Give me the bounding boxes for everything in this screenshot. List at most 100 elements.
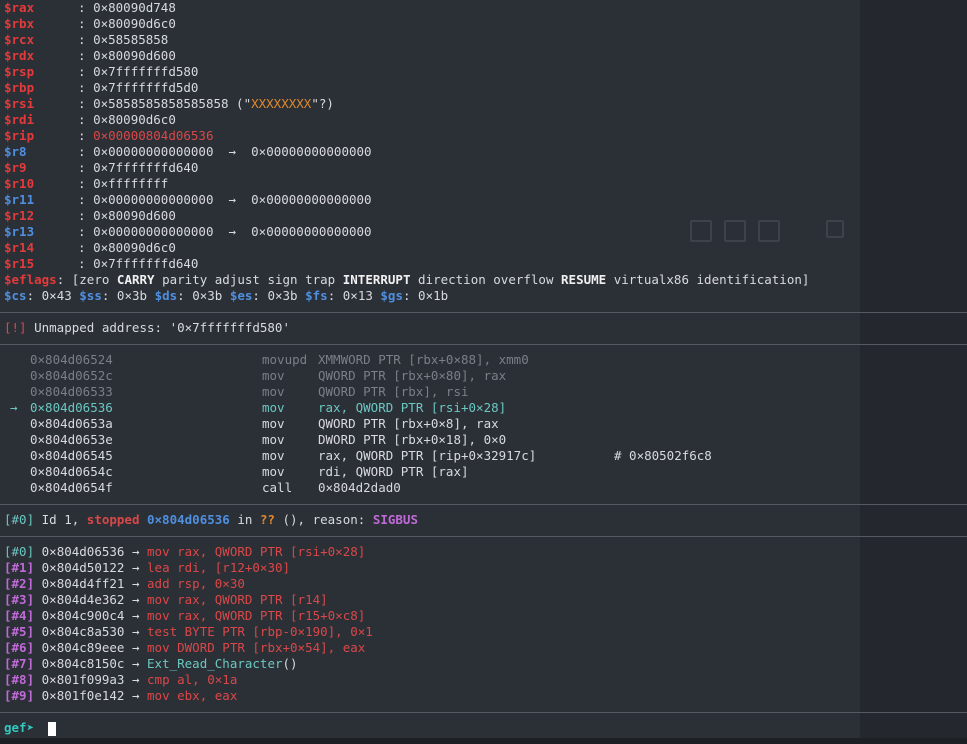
register-name: $r8 bbox=[4, 144, 27, 159]
register-value-group: : 0×00000804d06536 bbox=[78, 128, 214, 143]
frame-call-parens: () bbox=[282, 656, 298, 671]
register-line: $rdi: 0×80090d6c0 bbox=[4, 112, 176, 128]
segment-registers-line: $cs: 0×43 $ss: 0×3b $ds: 0×3b $es: 0×3b … bbox=[4, 288, 449, 303]
frame-arrow: → bbox=[131, 656, 140, 671]
text-cursor[interactable] bbox=[47, 721, 56, 736]
segment-name: $gs bbox=[380, 288, 403, 303]
save-icon bbox=[690, 220, 712, 242]
backtrace-frame: [#9] 0×801f0e142 → mov ebx, eax bbox=[4, 688, 237, 704]
instruction-address: 0×804d06536 bbox=[30, 400, 113, 415]
frame-instruction: test BYTE PTR [rbp-0×190], 0×1 bbox=[147, 624, 373, 639]
register-name: $r12 bbox=[4, 208, 35, 223]
instruction-operands: rdi, QWORD PTR [rax] bbox=[318, 464, 469, 479]
register-value: 0×7fffffffd580 bbox=[93, 64, 199, 79]
register-value-group: : 0×00000000000000 → 0×00000000000000 bbox=[78, 192, 372, 207]
frame-address: 0×801f0e142 bbox=[41, 688, 125, 703]
eflag: trap bbox=[305, 272, 336, 287]
backtrace-frame: [#6] 0×804c89eee → mov DWORD PTR [rbx+0×… bbox=[4, 640, 365, 656]
eflag: overflow bbox=[493, 272, 554, 287]
instruction-mnemonic: mov bbox=[262, 464, 285, 479]
register-name: $r11 bbox=[4, 192, 35, 207]
register-value: 0×58585858 bbox=[93, 32, 169, 47]
register-value: 0×80090d6c0 bbox=[93, 240, 176, 255]
register-value-group: : 0×7fffffffd640 bbox=[78, 256, 199, 271]
fullscreen-icon bbox=[826, 220, 844, 238]
instruction-mnemonic: mov bbox=[262, 384, 285, 399]
thread-status-line: [#0] Id 1, stopped 0×804d06536 in ?? (),… bbox=[4, 512, 418, 528]
frame-address: 0×804d4ff21 bbox=[41, 576, 125, 591]
instruction-operands: 0×804d2dad0 bbox=[318, 480, 401, 495]
instruction-comment: # 0×80502f6c8 bbox=[614, 448, 712, 463]
command-prompt[interactable]: gef➤ bbox=[4, 720, 56, 736]
frame-instruction: mov rax, QWORD PTR [r15+0×c8] bbox=[147, 608, 366, 623]
frame-arrow: → bbox=[131, 544, 140, 559]
section-separator bbox=[0, 504, 967, 505]
segment-name: $ss bbox=[79, 288, 102, 303]
pointer-arrow: → bbox=[228, 224, 237, 239]
thread-function: ?? bbox=[259, 512, 275, 527]
background-window-edge bbox=[860, 0, 967, 744]
thread-id: Id 1, bbox=[34, 512, 87, 527]
frame-instruction: cmp al, 0×1a bbox=[147, 672, 238, 687]
register-value-group: : 0×80090d6c0 bbox=[78, 16, 176, 31]
instruction-mnemonic: call bbox=[262, 480, 293, 495]
register-value: 0×80090d600 bbox=[93, 48, 176, 63]
frame-instruction: lea rdi, [r12+0×30] bbox=[147, 560, 291, 575]
register-value: 0×80090d600 bbox=[93, 208, 176, 223]
frame-instruction: mov ebx, eax bbox=[147, 688, 238, 703]
register-line: $rsi: 0×5858585858585858 ("XXXXXXXX"?) bbox=[4, 96, 334, 112]
register-line: $r15: 0×7fffffffd640 bbox=[4, 256, 198, 272]
segment-value: 0×13 bbox=[342, 288, 373, 303]
instruction-address: 0×804d0652c bbox=[30, 368, 113, 383]
instruction-operands: DWORD PTR [rbx+0×18], 0×0 bbox=[318, 432, 507, 447]
backtrace-frame: [#2] 0×804d4ff21 → add rsp, 0×30 bbox=[4, 576, 245, 592]
register-annotation-suffix: "?) bbox=[311, 96, 334, 111]
eflags-name: $eflags bbox=[4, 272, 57, 287]
instruction-operands: rax, QWORD PTR [rip+0×32917c] bbox=[318, 448, 537, 463]
register-line: $r12 : 0×80090d600 bbox=[4, 208, 176, 224]
segment-name: $cs bbox=[4, 288, 27, 303]
register-value-group: : 0×80090d600 bbox=[78, 208, 176, 223]
frame-arrow: → bbox=[131, 576, 140, 591]
pointer-arrow: → bbox=[228, 192, 237, 207]
frame-index: [#8] bbox=[4, 672, 35, 687]
instruction-mnemonic: movupd bbox=[262, 352, 308, 367]
register-deref: 0×00000000000000 bbox=[251, 192, 372, 207]
frame-index: [#4] bbox=[4, 608, 35, 623]
frame-arrow: → bbox=[131, 688, 140, 703]
frame-address: 0×804d06536 bbox=[41, 544, 125, 559]
thread-tag: [#0] bbox=[4, 512, 35, 527]
register-line: $rsp: 0×7fffffffd580 bbox=[4, 64, 198, 80]
register-line: $r13: 0×00000000000000 → 0×0000000000000… bbox=[4, 224, 372, 240]
section-separator bbox=[0, 312, 967, 313]
instruction-address: 0×804d0654f bbox=[30, 480, 113, 495]
copy-icon bbox=[724, 220, 746, 242]
frame-arrow: → bbox=[131, 624, 140, 639]
register-name: $rcx bbox=[4, 32, 35, 47]
eflag: direction bbox=[418, 272, 486, 287]
section-separator bbox=[0, 536, 967, 537]
register-name: $r10 bbox=[4, 176, 35, 191]
register-value: 0×00000804d06536 bbox=[93, 128, 214, 143]
thread-state: stopped bbox=[86, 512, 140, 527]
frame-address: 0×804d4e362 bbox=[41, 592, 125, 607]
segment-name: $fs bbox=[305, 288, 328, 303]
segment-name: $es bbox=[229, 288, 253, 303]
register-name: $rdi bbox=[4, 112, 35, 127]
eflag: CARRY bbox=[116, 272, 155, 287]
frame-arrow: → bbox=[131, 608, 140, 623]
register-name: $rdx bbox=[4, 48, 35, 63]
frame-index: [#7] bbox=[4, 656, 35, 671]
register-value: 0×00000000000000 bbox=[93, 224, 214, 239]
instruction-address: 0×804d06533 bbox=[30, 384, 113, 399]
thread-in: in bbox=[229, 512, 260, 527]
backtrace-frame: [#8] 0×801f099a3 → cmp al, 0×1a bbox=[4, 672, 237, 688]
thread-args: (), reason: bbox=[274, 512, 373, 527]
frame-index: [#2] bbox=[4, 576, 35, 591]
register-value-group: : 0×7fffffffd580 bbox=[78, 64, 199, 79]
segment-value: 0×1b bbox=[418, 288, 449, 303]
instruction-operands: QWORD PTR [rbx], rsi bbox=[318, 384, 469, 399]
frame-index: [#3] bbox=[4, 592, 35, 607]
register-value-group: : 0×ffffffff bbox=[78, 176, 169, 191]
backtrace-frame: [#1] 0×804d50122 → lea rdi, [r12+0×30] bbox=[4, 560, 290, 576]
